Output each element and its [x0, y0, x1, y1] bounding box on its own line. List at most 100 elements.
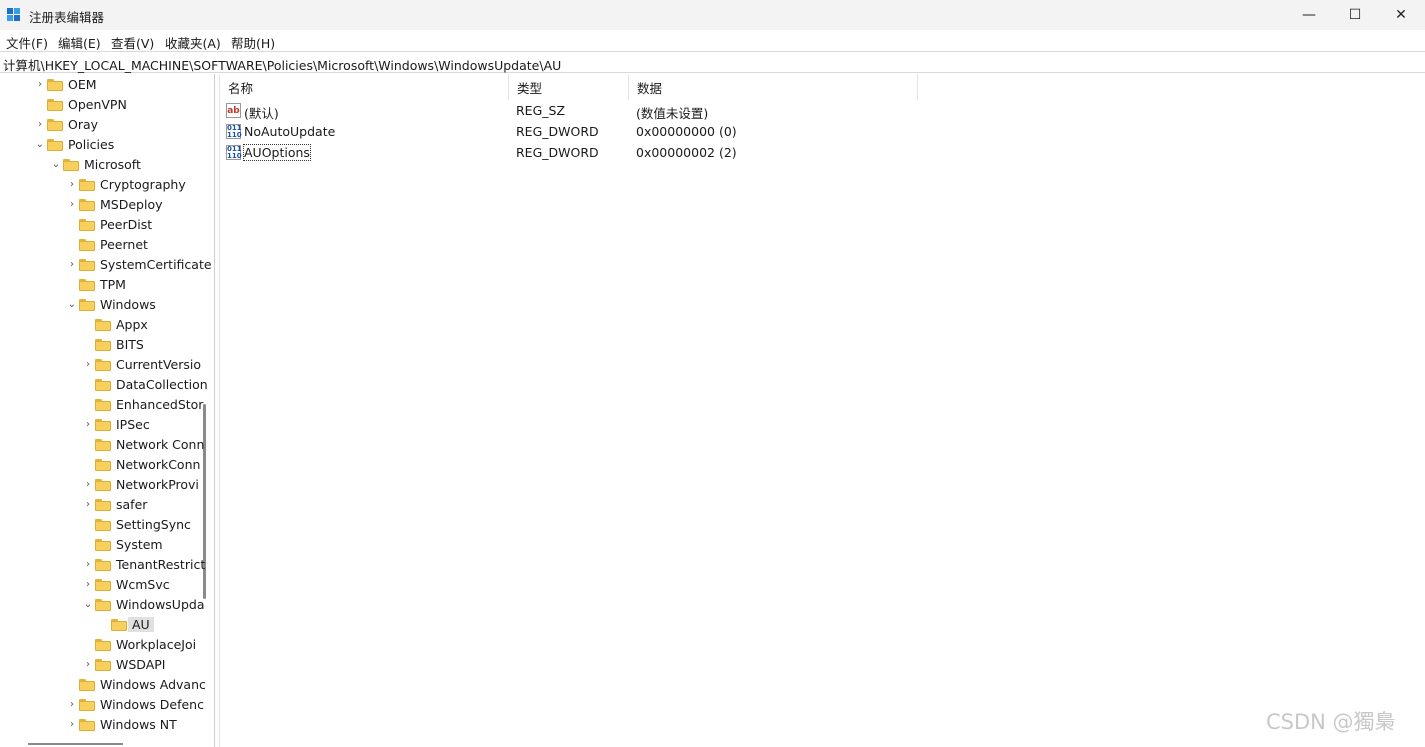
folder-icon: [95, 459, 111, 471]
folder-icon: [79, 199, 95, 211]
tree-item-label: NetworkConn: [116, 457, 201, 472]
address-bar[interactable]: 计算机\HKEY_LOCAL_MACHINE\SOFTWARE\Policies…: [0, 51, 1425, 73]
tree-item-label: BITS: [116, 337, 144, 352]
chevron-down-icon[interactable]: ⌄: [35, 139, 45, 150]
folder-icon: [79, 299, 95, 311]
registry-tree[interactable]: › OEM OpenVPN › Oray ⌄ Policies ⌄ Microsoft › Cryp…: [0, 74, 215, 747]
tree-item[interactable]: › SystemCertificate: [0, 255, 212, 275]
folder-icon: [95, 439, 111, 451]
value-row[interactable]: ab (默认) REG_SZ (数值未设置): [220, 101, 1425, 121]
chevron-right-icon[interactable]: ›: [83, 659, 93, 670]
chevron-down-icon[interactable]: ⌄: [83, 599, 93, 610]
chevron-right-icon[interactable]: ›: [67, 719, 77, 730]
tree-item[interactable]: SettingSync: [0, 515, 200, 535]
tree-item[interactable]: PeerDist: [0, 215, 200, 235]
tree-item-label: System: [116, 537, 163, 552]
folder-icon: [95, 419, 111, 431]
tree-item-label: Windows Defenc: [100, 697, 204, 712]
chevron-down-icon[interactable]: ⌄: [51, 159, 61, 170]
folder-icon: [95, 499, 111, 511]
value-row[interactable]: 011 110 NoAutoUpdate REG_DWORD 0x00000000 (…: [220, 122, 1425, 142]
folder-icon: [95, 319, 111, 331]
tree-item[interactable]: › NetworkProvi: [0, 475, 200, 495]
tree-item-label: WorkplaceJoi: [116, 637, 197, 652]
close-button[interactable]: ✕: [1378, 0, 1424, 30]
chevron-right-icon[interactable]: ›: [83, 479, 93, 490]
menu-favorites[interactable]: 收藏夹(A): [165, 33, 221, 52]
folder-icon: [111, 619, 127, 631]
title-bar: 注册表编辑器 — ☐ ✕: [0, 0, 1425, 30]
chevron-right-icon[interactable]: ›: [83, 579, 93, 590]
tree-item-label: Oray: [68, 117, 99, 132]
maximize-button[interactable]: ☐: [1332, 0, 1378, 30]
tree-item-label: WindowsUpda: [116, 597, 205, 612]
tree-item[interactable]: DataCollection: [0, 375, 208, 395]
tree-item[interactable]: › TenantRestrict: [0, 555, 205, 575]
tree-item-label: AU: [128, 617, 154, 632]
folder-icon: [95, 659, 111, 671]
tree-item[interactable]: › WSDAPI: [0, 655, 200, 675]
tree-item[interactable]: System: [0, 535, 200, 555]
tree-item[interactable]: EnhancedStor: [0, 395, 204, 415]
column-header-data[interactable]: 数据: [629, 74, 918, 100]
chevron-right-icon[interactable]: ›: [67, 179, 77, 190]
tree-item[interactable]: › IPSec: [0, 415, 200, 435]
tree-item-label: EnhancedStor: [116, 397, 204, 412]
value-row[interactable]: 011 110 AUOptions REG_DWORD 0x00000002 (2): [220, 143, 1425, 163]
chevron-right-icon[interactable]: ›: [35, 119, 45, 130]
tree-item[interactable]: Network Conn: [0, 435, 204, 455]
tree-item[interactable]: › Windows Defenc: [0, 695, 204, 715]
chevron-right-icon[interactable]: ›: [83, 359, 93, 370]
chevron-down-icon[interactable]: ⌄: [67, 299, 77, 310]
values-list[interactable]: 名称 类型 数据 ab (默认) REG_SZ (数值未设置) 011 110 NoAut…: [219, 74, 1424, 747]
tree-item[interactable]: › Windows NT: [0, 715, 200, 735]
chevron-right-icon[interactable]: ›: [83, 499, 93, 510]
tree-item[interactable]: › Oray: [0, 115, 200, 135]
menu-edit[interactable]: 编辑(E): [58, 33, 101, 52]
tree-item[interactable]: › CurrentVersio: [0, 355, 201, 375]
column-header-type[interactable]: 类型: [509, 74, 629, 100]
folder-icon: [95, 539, 111, 551]
tree-item-label: OpenVPN: [68, 97, 127, 112]
tree-item[interactable]: TPM: [0, 275, 200, 295]
folder-icon: [79, 719, 95, 731]
folder-icon: [95, 559, 111, 571]
chevron-right-icon[interactable]: ›: [67, 199, 77, 210]
minimize-button[interactable]: —: [1286, 0, 1332, 30]
tree-horizontal-scrollbar[interactable]: [28, 743, 123, 745]
tree-item[interactable]: › WcmSvc: [0, 575, 200, 595]
menu-file[interactable]: 文件(F): [6, 33, 48, 52]
chevron-right-icon[interactable]: ›: [67, 699, 77, 710]
tree-item[interactable]: ⌄ Microsoft: [0, 155, 200, 175]
tree-item[interactable]: WorkplaceJoi: [0, 635, 200, 655]
tree-item-label: WSDAPI: [116, 657, 166, 672]
column-header-type-label: 类型: [517, 80, 543, 96]
chevron-right-icon[interactable]: ›: [35, 79, 45, 90]
address-path[interactable]: 计算机\HKEY_LOCAL_MACHINE\SOFTWARE\Policies…: [3, 55, 561, 74]
chevron-right-icon[interactable]: ›: [83, 559, 93, 570]
tree-item[interactable]: › MSDeploy: [0, 195, 200, 215]
tree-item[interactable]: BITS: [0, 335, 200, 355]
menu-view[interactable]: 查看(V): [111, 33, 154, 52]
folder-icon: [79, 279, 95, 291]
chevron-right-icon[interactable]: ›: [67, 259, 77, 270]
tree-item[interactable]: ⌄ WindowsUpda: [0, 595, 205, 615]
tree-item-label: Microsoft: [84, 157, 141, 172]
tree-item-label: SystemCertificate: [100, 257, 212, 272]
tree-item[interactable]: AU: [0, 615, 200, 635]
menu-help[interactable]: 帮助(H): [231, 33, 275, 52]
tree-item[interactable]: Windows Advanc: [0, 675, 206, 695]
folder-icon: [47, 119, 63, 131]
tree-item[interactable]: ⌄ Windows: [0, 295, 200, 315]
tree-item[interactable]: ⌄ Policies: [0, 135, 200, 155]
tree-item[interactable]: OpenVPN: [0, 95, 200, 115]
tree-item[interactable]: Peernet: [0, 235, 200, 255]
tree-item[interactable]: › safer: [0, 495, 200, 515]
tree-item[interactable]: NetworkConn: [0, 455, 200, 475]
column-header-name[interactable]: 名称: [220, 74, 509, 100]
tree-item[interactable]: Appx: [0, 315, 200, 335]
menu-bar: 文件(F) 编辑(E) 查看(V) 收藏夹(A) 帮助(H): [0, 30, 1425, 51]
chevron-right-icon[interactable]: ›: [83, 419, 93, 430]
tree-item[interactable]: › Cryptography: [0, 175, 200, 195]
tree-item[interactable]: › OEM: [0, 75, 200, 95]
